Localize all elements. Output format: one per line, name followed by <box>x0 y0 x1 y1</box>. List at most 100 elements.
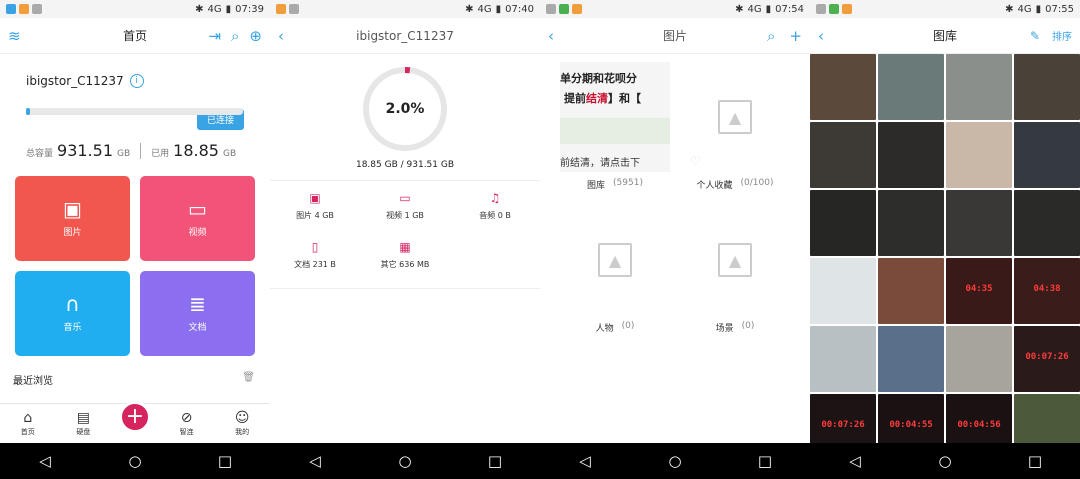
tile-document[interactable]: ≣ 文档 <box>140 271 255 356</box>
photo-thumbnail[interactable] <box>878 122 944 188</box>
wechat-notification-icon <box>829 4 839 14</box>
home-header: ≋ 首页 ⇥ ⌕ ⊕ <box>0 18 270 54</box>
trash-icon[interactable]: 🗑 <box>242 372 255 387</box>
album-gallery[interactable]: 单分期和花呗分 提前结清】和【 前结清，请点击下 图库 (5951) <box>560 62 670 191</box>
photo-thumbnail[interactable] <box>946 190 1012 256</box>
bluetooth-icon: ✱ <box>735 3 744 15</box>
back-icon[interactable]: ◁ <box>843 452 867 470</box>
photo-thumbnail[interactable]: 04:38 <box>1014 258 1080 324</box>
gallery-screen: ✱ 4G ▮ 07:55 ‹ 图库 ✎ 排序 04:35 04:38 00:07:26 00… <box>810 0 1080 479</box>
tile-video[interactable]: ▭ 视频 <box>140 176 255 261</box>
photo-thumbnail[interactable] <box>1014 190 1080 256</box>
album-people[interactable]: ▲ 人物 (0) <box>560 205 670 334</box>
category-music[interactable]: ♫ 音频 0 B <box>450 192 540 221</box>
photo-thumbnail[interactable] <box>810 190 876 256</box>
recent-section: 最近浏览 🗑 <box>13 372 255 387</box>
tab-disk[interactable]: ▤ 硬盘 <box>63 411 103 437</box>
photo-thumbnail[interactable] <box>810 54 876 120</box>
back-icon[interactable]: ◁ <box>573 452 597 470</box>
storage-categories: ▣ 图片 4 GB ▭ 视频 1 GB ♫ 音频 0 B ▯ 文档 231 B ▦ 其它 636 … <box>270 192 540 270</box>
category-document[interactable]: ▯ 文档 231 B <box>270 241 360 270</box>
category-label: 文档 231 B <box>294 260 336 269</box>
add-icon[interactable]: + <box>789 27 802 45</box>
cover-text-part: 结清 <box>586 92 608 105</box>
image-placeholder-icon: ▲ <box>718 243 752 277</box>
network-label: 4G <box>747 3 762 15</box>
photo-thumbnail[interactable]: 04:35 <box>946 258 1012 324</box>
photo-thumbnail[interactable] <box>1014 54 1080 120</box>
home-icon[interactable]: ○ <box>663 452 687 470</box>
photo-thumbnail[interactable]: 00:07:26 <box>1014 326 1080 392</box>
usage-ring: 2.0% <box>270 64 540 154</box>
tab-user[interactable]: ☺ 我的 <box>222 411 262 437</box>
wechat-notification-icon <box>559 4 569 14</box>
album-favorites[interactable]: ▲ ♡ 个人收藏 (0/100) <box>680 62 790 191</box>
back-arrow-icon[interactable]: ‹ <box>818 27 824 45</box>
sort-button[interactable]: 排序 <box>1052 28 1072 43</box>
bottom-tab-bar: ⌂ 首页 ▤ 硬盘 + ⊘ 智连 ☺ 我的 <box>0 400 270 443</box>
album-name: 个人收藏 <box>696 181 733 191</box>
recents-icon[interactable]: □ <box>753 452 777 470</box>
photo-thumbnail[interactable] <box>878 190 944 256</box>
edit-icon[interactable]: ✎ <box>1030 29 1040 43</box>
led-display-text: 00:04:56 <box>957 420 1001 430</box>
led-display-text: 04:38 <box>1033 284 1061 294</box>
back-arrow-icon[interactable]: ‹ <box>548 27 554 45</box>
category-image[interactable]: ▣ 图片 4 GB <box>270 192 360 221</box>
photo-thumbnail[interactable] <box>946 54 1012 120</box>
home-icon[interactable]: ○ <box>123 452 147 470</box>
info-icon[interactable]: i <box>129 74 144 88</box>
back-arrow-icon[interactable]: ‹ <box>278 27 284 45</box>
link-icon: ⊘ <box>180 409 193 426</box>
photo-thumbnail[interactable] <box>810 122 876 188</box>
headphones-icon: ∩ <box>65 292 80 316</box>
fab-add-button[interactable]: + <box>118 400 151 433</box>
add-icon[interactable]: ⊕ <box>249 27 262 45</box>
cover-text: 单分期和花呗分 <box>560 72 637 85</box>
category-other[interactable]: ▦ 其它 636 MB <box>360 241 450 270</box>
app-notification-icon <box>276 4 286 14</box>
tab-home[interactable]: ⌂ 首页 <box>8 411 48 437</box>
android-nav-bar: ◁ ○ □ <box>270 443 540 479</box>
photo-thumbnail[interactable] <box>946 326 1012 392</box>
export-icon[interactable]: ⇥ <box>208 27 221 45</box>
home-icon[interactable]: ○ <box>393 452 417 470</box>
home-icon[interactable]: ○ <box>933 452 957 470</box>
category-label: 其它 636 MB <box>380 260 430 269</box>
photo-thumbnail[interactable] <box>810 326 876 392</box>
back-icon[interactable]: ◁ <box>33 452 57 470</box>
wifi-icon[interactable]: ≋ <box>8 27 21 45</box>
image-icon: ▣ <box>309 191 321 205</box>
image-notification-icon <box>816 4 826 14</box>
photo-thumbnail[interactable] <box>810 258 876 324</box>
photo-thumbnail[interactable] <box>878 326 944 392</box>
recents-icon[interactable]: □ <box>483 452 507 470</box>
tile-headphones[interactable]: ∩ 音乐 <box>15 271 130 356</box>
album-count: (0/100) <box>740 178 774 188</box>
android-nav-bar: ◁ ○ □ <box>0 443 270 479</box>
back-icon[interactable]: ◁ <box>303 452 327 470</box>
photo-thumbnail[interactable] <box>878 54 944 120</box>
percent-label: 2.0% <box>385 101 425 117</box>
photo-thumbnail[interactable] <box>1014 122 1080 188</box>
android-nav-bar: ◁ ○ □ <box>540 443 810 479</box>
photo-thumbnail[interactable] <box>878 258 944 324</box>
tab-label: 我的 <box>235 427 250 436</box>
used-label: 已用 <box>151 149 170 159</box>
search-icon[interactable]: ⌕ <box>767 27 775 45</box>
tile-image[interactable]: ▣ 图片 <box>15 176 130 261</box>
tab-link[interactable]: ⊘ 智连 <box>167 411 207 437</box>
status-time: 07:39 <box>235 3 264 15</box>
album-scenes[interactable]: ▲ 场景 (0) <box>680 205 790 334</box>
recents-icon[interactable]: □ <box>213 452 237 470</box>
app-notification-icon <box>572 4 582 14</box>
image-notification-icon <box>546 4 556 14</box>
search-icon[interactable]: ⌕ <box>231 27 239 45</box>
category-video[interactable]: ▭ 视频 1 GB <box>360 192 450 221</box>
photo-thumbnail[interactable] <box>946 122 1012 188</box>
disk-icon: ▤ <box>76 409 90 426</box>
recents-icon[interactable]: □ <box>1023 452 1047 470</box>
bluetooth-icon: ✱ <box>195 3 204 15</box>
divider <box>270 180 540 181</box>
total-value: 931.51 <box>57 141 113 160</box>
